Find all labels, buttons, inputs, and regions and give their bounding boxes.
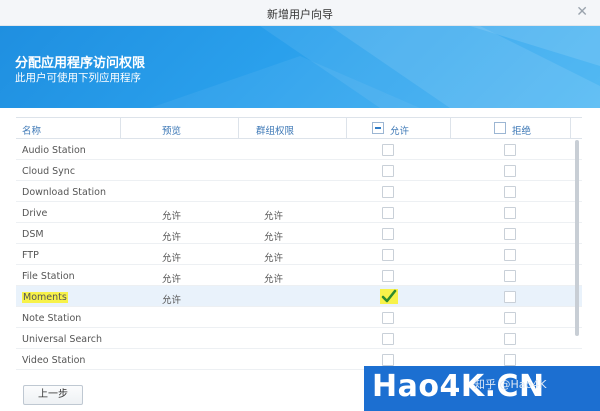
deny-checkbox[interactable] [504, 249, 516, 261]
app-name: Video Station [22, 355, 86, 366]
table-scrollbar[interactable] [575, 140, 579, 336]
table-row[interactable]: FTP 允许 允许 [16, 244, 582, 265]
app-name: Moments [22, 292, 68, 303]
app-name: Drive [22, 208, 48, 219]
app-name: Download Station [22, 187, 107, 198]
app-name: Note Station [22, 313, 82, 324]
dialog-titlebar: 新增用户向导 ✕ [0, 0, 600, 26]
allow-all-checkbox[interactable] [372, 122, 384, 134]
allow-checkbox-checked[interactable] [380, 287, 398, 305]
allow-checkbox[interactable] [382, 186, 394, 198]
table-row[interactable]: Moments 允许 [16, 286, 582, 307]
column-preview-header[interactable]: 预览 [162, 123, 181, 137]
app-name: Audio Station [22, 145, 86, 156]
close-icon[interactable]: ✕ [576, 4, 588, 20]
watermark: Hao4K.CN 知乎 @Hao4K [364, 366, 600, 411]
app-name: Universal Search [22, 334, 103, 345]
deny-checkbox[interactable] [504, 270, 516, 282]
table-row[interactable]: Universal Search [16, 328, 582, 349]
allow-checkbox[interactable] [382, 333, 394, 345]
table-row[interactable]: Drive 允许 允许 [16, 202, 582, 223]
banner-heading: 分配应用程序访问权限 [15, 56, 146, 71]
preview-value: 允许 [162, 274, 182, 285]
deny-checkbox[interactable] [504, 228, 516, 240]
group-permission-value: 允许 [264, 232, 284, 243]
column-divider [346, 118, 347, 138]
deny-checkbox[interactable] [504, 312, 516, 324]
group-permission-value: 允许 [264, 253, 284, 264]
table-row[interactable]: Download Station [16, 181, 582, 202]
app-name: File Station [22, 271, 75, 282]
column-divider [238, 118, 239, 138]
allow-checkbox[interactable] [382, 270, 394, 282]
allow-checkbox[interactable] [382, 207, 394, 219]
back-button[interactable]: 上一步 [23, 385, 83, 405]
preview-value: 允许 [162, 232, 182, 243]
preview-value: 允许 [162, 211, 182, 222]
deny-checkbox[interactable] [504, 144, 516, 156]
table-row[interactable]: File Station 允许 允许 [16, 265, 582, 286]
allow-checkbox[interactable] [382, 165, 394, 177]
app-name: FTP [22, 250, 39, 261]
dialog-title: 新增用户向导 [267, 8, 333, 21]
deny-checkbox[interactable] [504, 165, 516, 177]
column-deny-header: 拒绝 [512, 126, 532, 137]
group-permission-value: 允许 [264, 274, 284, 285]
app-name: DSM [22, 229, 44, 240]
group-permission-value: 允许 [264, 211, 284, 222]
allow-checkbox[interactable] [382, 144, 394, 156]
table-row[interactable]: Note Station [16, 307, 582, 328]
preview-value: 允许 [162, 295, 182, 306]
column-allow-header: 允许 [390, 126, 410, 137]
table-row[interactable]: DSM 允许 允许 [16, 223, 582, 244]
watermark-text: 知乎 @Hao4K [474, 378, 547, 391]
allow-checkbox[interactable] [382, 354, 394, 366]
table-row[interactable]: Audio Station [16, 139, 582, 160]
allow-checkbox[interactable] [382, 249, 394, 261]
deny-checkbox[interactable] [504, 354, 516, 366]
allow-checkbox[interactable] [382, 228, 394, 240]
preview-value: 允许 [162, 253, 182, 264]
table-row[interactable]: Cloud Sync [16, 160, 582, 181]
column-divider [570, 118, 571, 138]
column-divider [120, 118, 121, 138]
deny-checkbox[interactable] [504, 207, 516, 219]
deny-checkbox[interactable] [504, 186, 516, 198]
deny-checkbox[interactable] [504, 333, 516, 345]
wizard-banner: 分配应用程序访问权限 此用户可使用下列应用程序 [0, 26, 600, 108]
column-divider [450, 118, 451, 138]
app-permission-table: 名称 预览 群组权限 允许 拒绝 Audio Station Cloud Sync… [16, 117, 582, 375]
allow-checkbox[interactable] [382, 312, 394, 324]
deny-all-checkbox[interactable] [494, 122, 506, 134]
column-group-header[interactable]: 群组权限 [256, 123, 294, 137]
column-name-header[interactable]: 名称 [22, 123, 41, 137]
banner-subheading: 此用户可使用下列应用程序 [15, 72, 141, 84]
deny-checkbox[interactable] [504, 291, 516, 303]
table-header: 名称 预览 群组权限 允许 拒绝 [16, 118, 582, 139]
app-name: Cloud Sync [22, 166, 76, 177]
